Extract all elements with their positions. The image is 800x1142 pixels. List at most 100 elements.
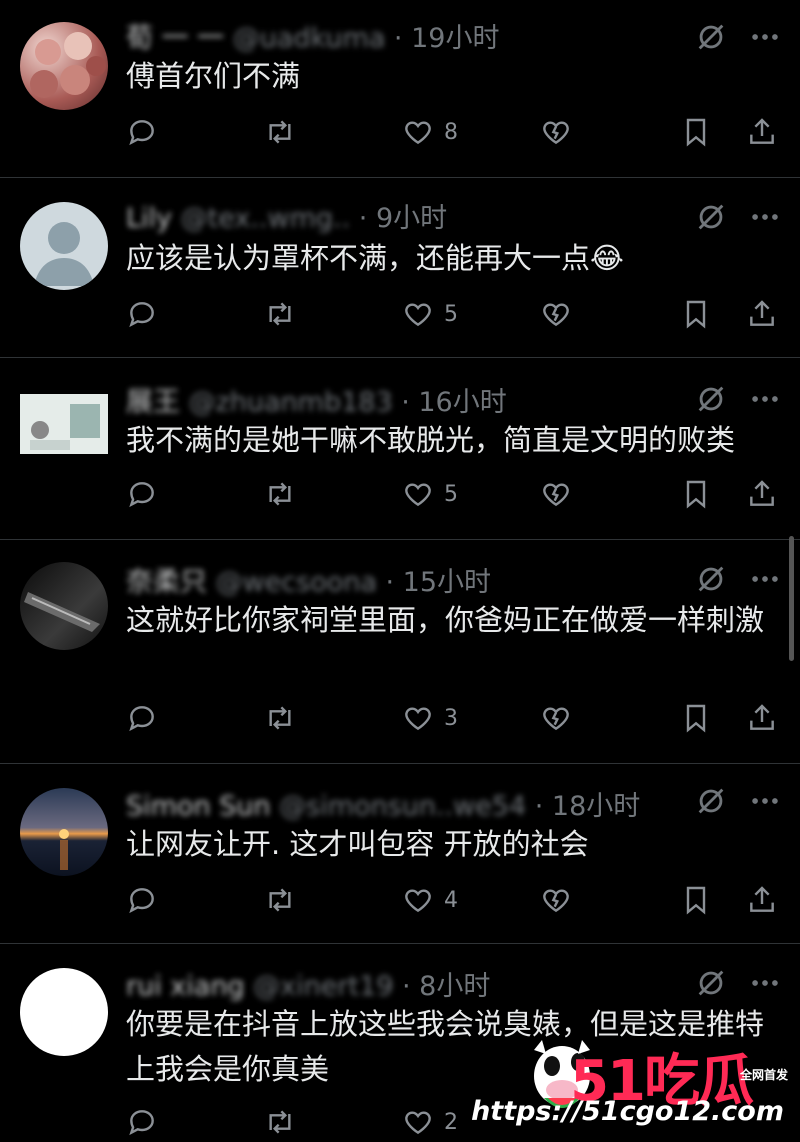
tweet-1[interactable]: 荀 一 一 @uadkuma · 19小时 傅首尔们不满 8 [0,0,800,178]
reply-button[interactable] [126,1102,158,1142]
avatar[interactable] [20,394,108,454]
bookmark-button[interactable] [680,294,712,334]
tweet-time[interactable]: · 8小时 [402,971,490,1002]
more-icon[interactable] [748,200,782,234]
retweet-button[interactable] [264,474,296,514]
author-handle[interactable]: @simonsun..we54 [279,791,526,822]
share-button[interactable] [746,112,778,152]
avatar[interactable] [20,562,108,650]
like-count: 5 [444,301,458,327]
tweet-meta: 奈柔只 @wecsoona · 15小时 [126,560,491,599]
share-button[interactable] [746,294,778,334]
author-handle[interactable]: @xinert19 [253,971,393,1002]
tweet-time[interactable]: · 15小时 [386,567,492,598]
retweet-button[interactable] [264,294,296,334]
like-button[interactable]: 4 [402,880,458,920]
dislike-button[interactable] [540,880,572,920]
hide-icon[interactable] [694,20,728,54]
like-button[interactable]: 2 [402,1102,458,1142]
retweet-button[interactable] [264,698,296,738]
tweet-4[interactable]: 奈柔只 @wecsoona · 15小时 这就好比你家祠堂里面，你爸妈正在做爱一… [0,540,800,764]
tweet-time[interactable]: · 16小时 [401,387,507,418]
retweet-icon [269,302,291,326]
like-button[interactable]: 5 [402,294,458,334]
watermark-url[interactable]: https://51cgo12.com [471,1096,784,1127]
hide-icon[interactable] [694,382,728,416]
like-button[interactable]: 8 [402,112,458,152]
heart-icon [405,121,431,145]
reply-button[interactable] [126,474,158,514]
tweet-actions: 8 [126,112,786,152]
author-handle[interactable]: @wecsoona [216,567,377,598]
tweet-actions: 3 [126,698,786,738]
dislike-button[interactable] [540,698,572,738]
avatar[interactable] [20,202,108,290]
more-icon[interactable] [748,966,782,1000]
like-count: 4 [444,887,458,913]
tweet-time[interactable]: · 18小时 [535,791,641,822]
broken-heart-icon [543,303,569,327]
share-icon [750,118,774,144]
author-name[interactable]: Lily [126,203,172,234]
hide-icon[interactable] [694,200,728,234]
reply-button[interactable] [126,294,158,334]
share-button[interactable] [746,474,778,514]
tweet-2[interactable]: Lily @tex..wmg.. · 9小时 应该是认为罩杯不满，还能再大一点😂… [0,178,800,358]
bookmark-button[interactable] [680,474,712,514]
like-count: 2 [444,1109,458,1135]
hide-icon[interactable] [694,562,728,596]
avatar[interactable] [20,968,108,1056]
avatar[interactable] [20,788,108,876]
author-name[interactable]: rui xiang [126,971,245,1002]
dislike-button[interactable] [540,112,572,152]
reply-button[interactable] [126,698,158,738]
tweet-5[interactable]: Simon Sun @simonsun..we54 · 18小时 让网友让开. … [0,764,800,944]
like-count: 3 [444,705,458,731]
author-name[interactable]: Simon Sun [126,791,271,822]
author-name[interactable]: 奈柔只 [126,567,207,598]
more-icon[interactable] [748,562,782,596]
author-name[interactable]: 展王 [126,387,180,418]
retweet-icon [269,120,291,144]
bookmark-button[interactable] [680,880,712,920]
author-handle[interactable]: @tex..wmg.. [181,203,351,234]
retweet-icon [269,1110,291,1134]
avatar[interactable] [20,22,108,110]
share-button[interactable] [746,698,778,738]
avatar-image [24,592,100,632]
more-icon[interactable] [748,784,782,818]
tweet-time[interactable]: · 9小时 [359,203,447,234]
author-name[interactable]: 荀 一 一 [126,23,224,54]
hide-icon[interactable] [694,784,728,818]
like-button[interactable]: 5 [402,474,458,514]
tweet-3[interactable]: 展王 @zhuanmb183 · 16小时 我不满的是她干嘛不敢脱光，简直是文明… [0,358,800,540]
bookmark-icon [686,704,706,733]
scrollbar[interactable] [789,536,794,661]
author-handle[interactable]: @uadkuma [233,23,386,54]
hide-icon[interactable] [694,966,728,1000]
more-icon[interactable] [748,20,782,54]
dislike-button[interactable] [540,474,572,514]
like-count: 5 [444,481,458,507]
bookmark-button[interactable] [680,698,712,738]
dislike-button[interactable] [540,294,572,334]
reply-icon [129,302,154,328]
retweet-button[interactable] [264,1102,296,1142]
retweet-button[interactable] [264,112,296,152]
like-button[interactable]: 3 [402,698,458,738]
author-handle[interactable]: @zhuanmb183 [189,387,393,418]
bookmark-button[interactable] [680,112,712,152]
reply-button[interactable] [126,112,158,152]
share-icon [750,704,774,730]
retweet-icon [269,706,291,730]
tweet-time[interactable]: · 19小时 [394,23,500,54]
avatar-image [20,394,108,454]
retweet-button[interactable] [264,880,296,920]
share-button[interactable] [746,880,778,920]
reply-button[interactable] [126,880,158,920]
reply-icon [129,1110,154,1136]
heart-icon [405,707,431,731]
more-icon[interactable] [748,382,782,416]
tweet-actions: 4 [126,880,786,920]
tweet-meta: rui xiang @xinert19 · 8小时 [126,964,490,1003]
